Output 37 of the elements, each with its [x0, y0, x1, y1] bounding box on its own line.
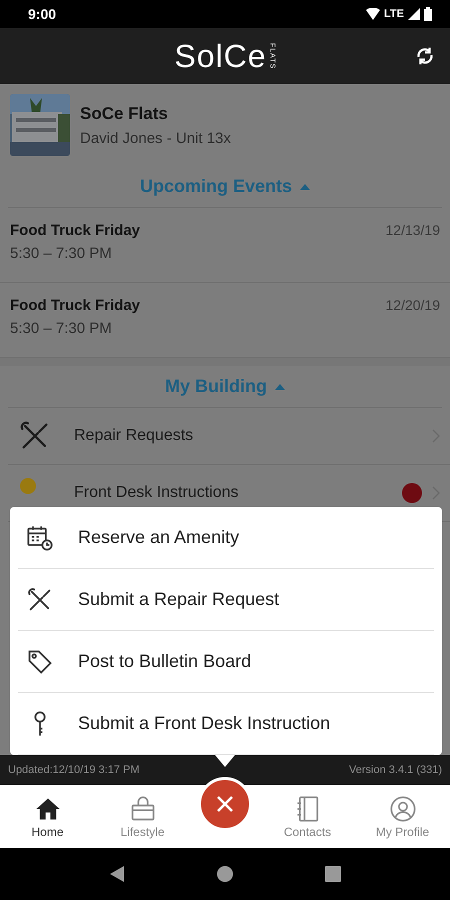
signal-icon: [408, 8, 420, 20]
popup-menu-item[interactable]: Reserve an Amenity: [18, 507, 434, 569]
resident-unit: David Jones - Unit 13x: [80, 130, 231, 146]
event-title: Food Truck Friday: [10, 222, 140, 239]
event-row[interactable]: Food Truck Friday 5:30 – 7:30 PM 12/13/19: [0, 208, 450, 283]
close-icon: [215, 794, 235, 814]
event-time: 5:30 – 7:30 PM: [10, 320, 113, 337]
clock: 9:00: [28, 6, 56, 22]
network-label: LTE: [384, 8, 404, 20]
calendar-clock-icon: [26, 524, 54, 552]
event-date: 12/20/19: [386, 297, 440, 315]
event-time: 5:30 – 7:30 PM: [10, 245, 113, 262]
section-title: My Building: [165, 376, 267, 397]
home-button-icon[interactable]: [216, 865, 234, 883]
bag-icon: [128, 794, 156, 822]
tag-icon: [26, 648, 54, 676]
app-version: Version 3.4.1 (331): [349, 764, 442, 776]
back-icon[interactable]: [108, 865, 126, 883]
popup-menu-item[interactable]: Submit a Front Desk Instruction: [18, 693, 434, 755]
nav-tab[interactable]: Lifestyle: [95, 794, 190, 838]
updated-time: Updated:12/10/19 3:17 PM: [8, 764, 140, 776]
nav-tab[interactable]: My Profile: [355, 794, 450, 838]
menu-row[interactable]: Repair Requests: [8, 408, 450, 465]
recents-icon[interactable]: [324, 865, 342, 883]
event-date: 12/13/19: [386, 222, 440, 240]
event-title: Food Truck Friday: [10, 297, 140, 314]
section-title: Upcoming Events: [140, 176, 292, 197]
nav-tab[interactable]: Contacts: [260, 794, 355, 838]
property-name: SoCe Flats: [80, 104, 169, 124]
popup-menu-item[interactable]: Post to Bulletin Board: [18, 631, 434, 693]
nav-tab[interactable]: Home: [0, 794, 95, 838]
menu-label: Front Desk Instructions: [74, 484, 240, 502]
popup-menu-item[interactable]: Submit a Repair Request: [18, 569, 434, 631]
battery-icon: [424, 7, 432, 21]
profile-icon: [388, 794, 416, 822]
menu-label: Repair Requests: [74, 427, 194, 445]
wifi-icon: [366, 8, 380, 20]
